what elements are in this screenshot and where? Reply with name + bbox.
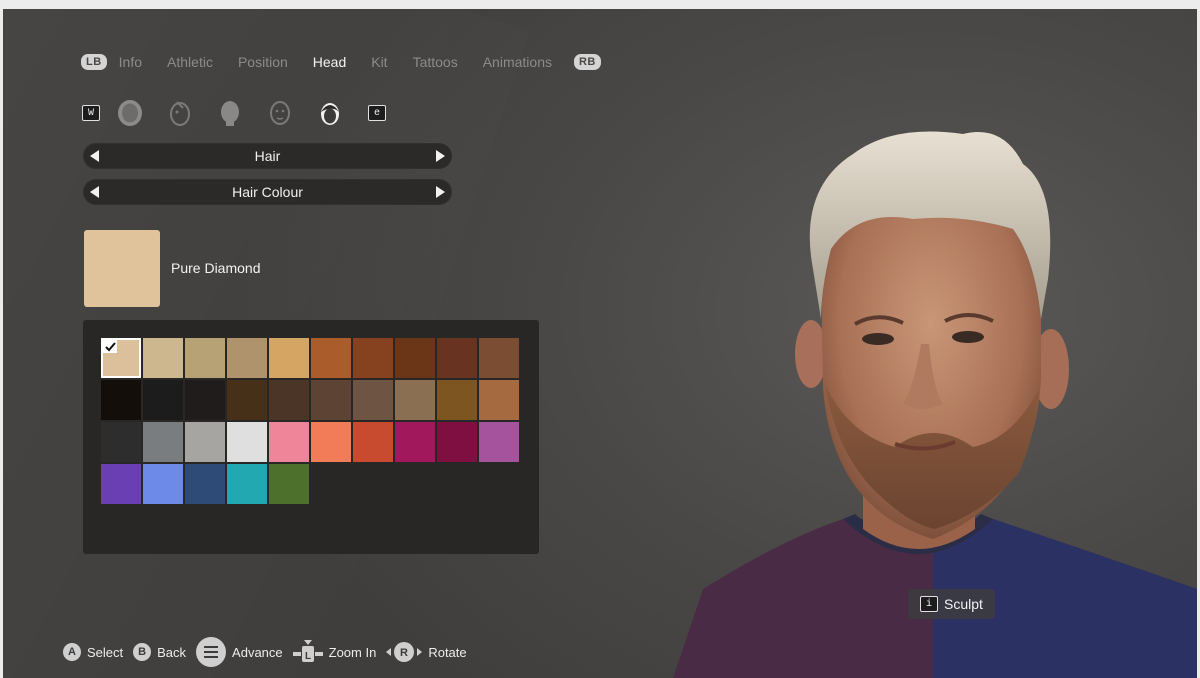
svg-text:L: L bbox=[305, 651, 311, 662]
colour-swatch[interactable] bbox=[437, 338, 477, 378]
colour-swatch[interactable] bbox=[269, 422, 309, 462]
face-sculpt-icon[interactable] bbox=[160, 97, 200, 129]
hair-selector[interactable]: Hair bbox=[83, 143, 452, 169]
face-features-icon[interactable] bbox=[260, 97, 300, 129]
w-key-hint[interactable]: W bbox=[82, 105, 100, 121]
colour-swatch[interactable] bbox=[101, 380, 141, 420]
colour-swatch[interactable] bbox=[227, 422, 267, 462]
sculpt-prompt[interactable]: i Sculpt bbox=[908, 589, 995, 619]
tab-head[interactable]: Head bbox=[313, 54, 346, 70]
hair-next-arrow-icon[interactable] bbox=[428, 143, 452, 169]
tab-position[interactable]: Position bbox=[238, 54, 288, 70]
i-key-hint: i bbox=[920, 596, 938, 612]
hair-colour-selector[interactable]: Hair Colour bbox=[83, 179, 452, 205]
advance-hint[interactable]: Advance bbox=[196, 637, 283, 667]
tab-athletic[interactable]: Athletic bbox=[167, 54, 213, 70]
colour-swatch[interactable] bbox=[101, 422, 141, 462]
select-hint[interactable]: A Select bbox=[63, 643, 123, 661]
current-colour-swatch bbox=[84, 230, 160, 307]
back-hint-label: Back bbox=[157, 644, 187, 660]
tab-animations[interactable]: Animations bbox=[483, 54, 552, 70]
lb-bumper-button[interactable]: LB bbox=[81, 54, 107, 70]
checkmark-icon bbox=[103, 340, 117, 353]
advance-hint-label: Advance bbox=[232, 644, 283, 660]
colour-swatch[interactable] bbox=[143, 380, 183, 420]
colour-palette-panel bbox=[83, 320, 539, 554]
colour-swatch[interactable] bbox=[185, 422, 225, 462]
b-button-icon: B bbox=[133, 643, 152, 661]
colour-swatch[interactable] bbox=[479, 422, 519, 462]
current-colour-name: Pure Diamond bbox=[171, 260, 261, 276]
e-key-hint[interactable]: e bbox=[368, 105, 386, 121]
tab-kit[interactable]: Kit bbox=[371, 54, 387, 70]
colour-swatch[interactable] bbox=[143, 422, 183, 462]
head-category-row: W e bbox=[82, 97, 386, 129]
colour-swatch[interactable] bbox=[143, 338, 183, 378]
colour-swatch[interactable] bbox=[269, 338, 309, 378]
colour-swatch[interactable] bbox=[395, 422, 435, 462]
sculpt-label: Sculpt bbox=[944, 596, 983, 612]
colour-swatch[interactable] bbox=[395, 380, 435, 420]
zoom-in-hint-label: Zoom In bbox=[328, 644, 377, 660]
rotate-hint[interactable]: R Rotate bbox=[386, 641, 467, 663]
colour-swatch[interactable] bbox=[311, 380, 351, 420]
colour-swatch[interactable] bbox=[185, 338, 225, 378]
right-stick-icon: R bbox=[386, 641, 423, 663]
hair-icon[interactable] bbox=[310, 97, 350, 129]
menu-button-icon bbox=[196, 637, 227, 667]
tab-info[interactable]: Info bbox=[119, 54, 142, 70]
zoom-in-hint[interactable]: L Zoom In bbox=[292, 640, 377, 664]
a-button-icon: A bbox=[63, 643, 81, 661]
back-hint[interactable]: B Back bbox=[133, 643, 186, 661]
select-hint-label: Select bbox=[87, 644, 124, 660]
hair-colour-prev-arrow-icon[interactable] bbox=[83, 179, 107, 205]
tab-bar: LB Info Athletic Position Head Kit Tatto… bbox=[81, 50, 601, 74]
head-shape-icon[interactable] bbox=[110, 97, 150, 129]
rb-bumper-button[interactable]: RB bbox=[573, 54, 601, 70]
colour-swatch[interactable] bbox=[269, 464, 309, 504]
skin-icon[interactable] bbox=[210, 97, 250, 129]
hair-colour-next-arrow-icon[interactable] bbox=[428, 179, 452, 205]
colour-swatch[interactable] bbox=[395, 338, 435, 378]
colour-swatch[interactable] bbox=[101, 464, 141, 504]
hair-selector-label: Hair bbox=[254, 148, 281, 164]
colour-swatch[interactable] bbox=[479, 380, 519, 420]
colour-swatch[interactable] bbox=[269, 380, 309, 420]
hair-prev-arrow-icon[interactable] bbox=[83, 143, 107, 169]
colour-swatch[interactable] bbox=[479, 338, 519, 378]
colour-swatch[interactable] bbox=[311, 338, 351, 378]
svg-text:R: R bbox=[400, 647, 408, 659]
hair-colour-selector-label: Hair Colour bbox=[232, 184, 303, 200]
colour-swatch[interactable] bbox=[437, 422, 477, 462]
colour-swatch[interactable] bbox=[437, 380, 477, 420]
tab-tattoos[interactable]: Tattoos bbox=[413, 54, 458, 70]
controller-hints-bar: A Select B Back Advance L Zoom In R Rota… bbox=[63, 637, 477, 667]
colour-swatch[interactable] bbox=[353, 338, 393, 378]
left-trigger-icon: L bbox=[292, 640, 323, 664]
colour-palette-grid bbox=[101, 338, 521, 504]
colour-swatch[interactable] bbox=[143, 464, 183, 504]
colour-swatch[interactable] bbox=[227, 464, 267, 504]
colour-swatch[interactable] bbox=[227, 380, 267, 420]
colour-swatch[interactable] bbox=[353, 380, 393, 420]
colour-swatch[interactable] bbox=[353, 422, 393, 462]
colour-swatch[interactable] bbox=[101, 338, 141, 378]
colour-swatch[interactable] bbox=[185, 380, 225, 420]
colour-swatch[interactable] bbox=[185, 464, 225, 504]
colour-swatch[interactable] bbox=[227, 338, 267, 378]
rotate-hint-label: Rotate bbox=[428, 644, 467, 660]
colour-swatch[interactable] bbox=[311, 422, 351, 462]
editor-background: LB Info Athletic Position Head Kit Tatto… bbox=[3, 9, 1197, 678]
